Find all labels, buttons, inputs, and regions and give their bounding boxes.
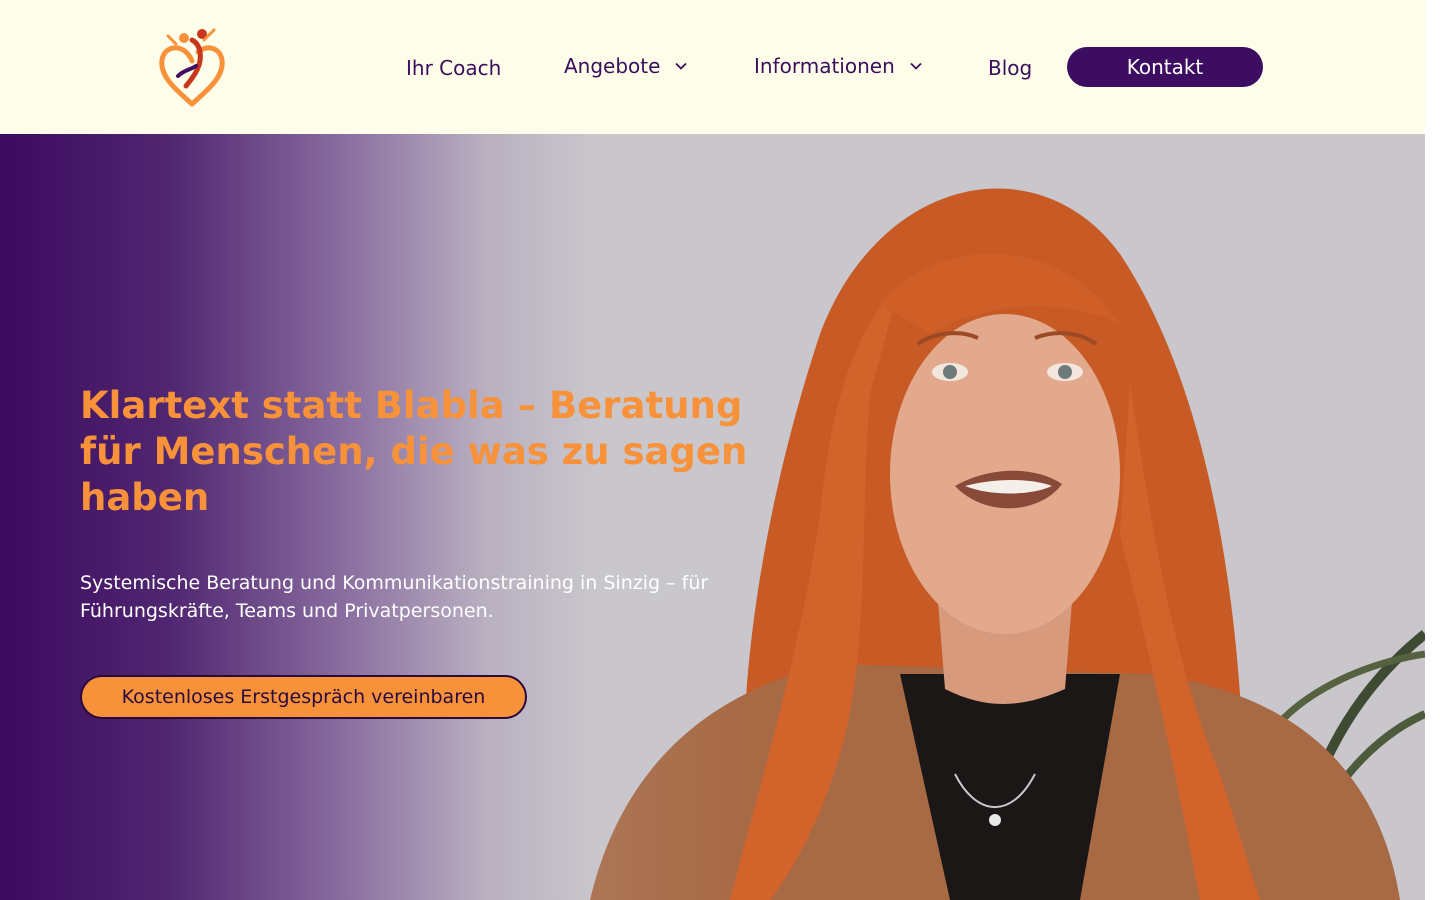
nav-angebote[interactable]: Angebote: [564, 52, 688, 80]
chevron-down-icon: [909, 59, 923, 73]
nav-blog[interactable]: Blog: [988, 54, 1032, 82]
nav-informationen-label: Informationen: [754, 54, 895, 78]
hero-section: Klartext statt Blabla – Beratung für Men…: [0, 134, 1425, 900]
nav-informationen[interactable]: Informationen: [754, 52, 923, 80]
nav-ihr-coach-label: Ihr Coach: [406, 56, 502, 80]
kontakt-button[interactable]: Kontakt: [1067, 47, 1263, 87]
hero-title: Klartext statt Blabla – Beratung für Men…: [80, 384, 748, 519]
chevron-down-icon: [674, 59, 688, 73]
heart-figures-logo-icon[interactable]: [156, 26, 228, 108]
site-header: Ihr Coach Angebote Informationen Blog Ko…: [0, 0, 1425, 134]
scrollbar[interactable]: [1425, 0, 1440, 900]
nav-angebote-label: Angebote: [564, 54, 661, 78]
nav-blog-label: Blog: [988, 56, 1033, 80]
nav-ihr-coach[interactable]: Ihr Coach: [406, 54, 501, 82]
free-consultation-button[interactable]: Kostenloses Erstgespräch vereinbaren: [80, 675, 527, 719]
hero-subtitle: Systemische Beratung und Kommunikationst…: [80, 572, 709, 622]
